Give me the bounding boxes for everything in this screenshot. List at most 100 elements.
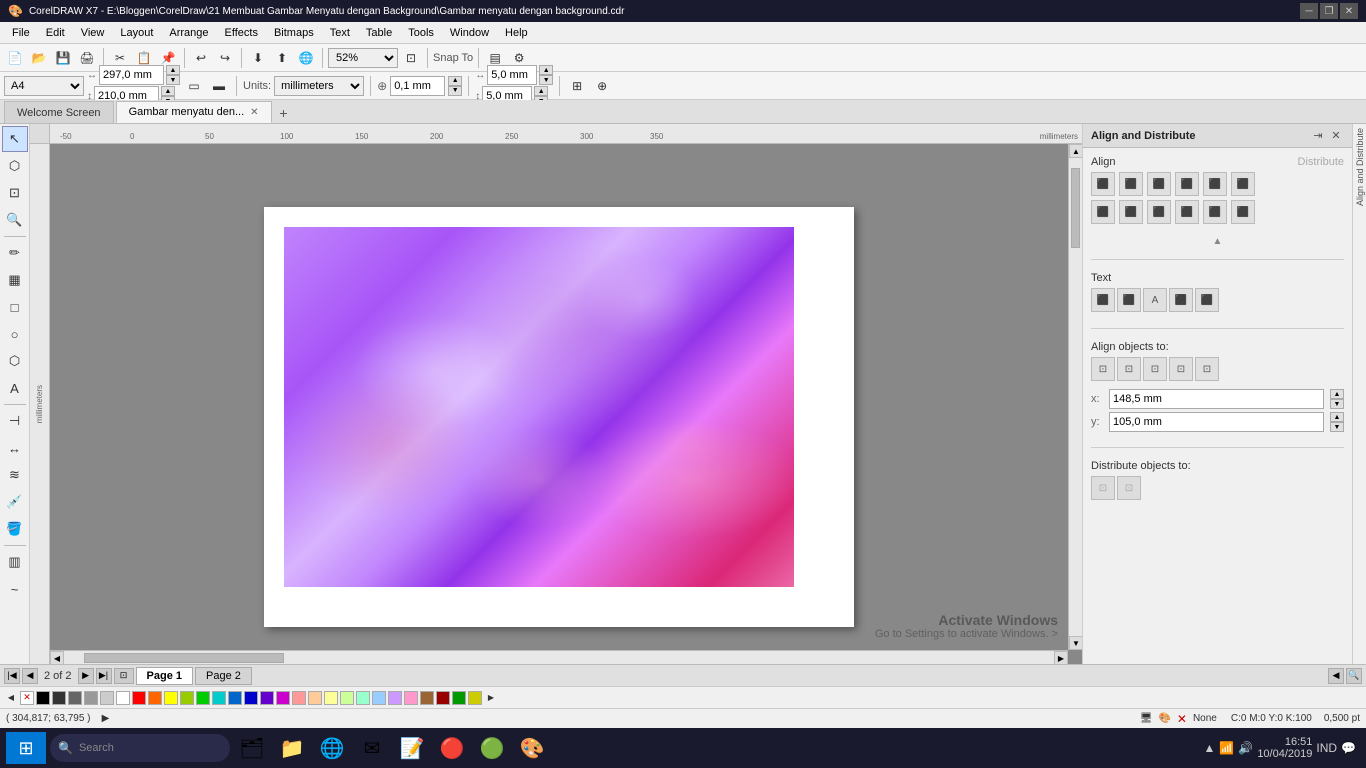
smart-fill-tool[interactable]: ▦: [2, 267, 28, 293]
notification-icon[interactable]: 💬: [1341, 741, 1356, 755]
align-to-margin-button[interactable]: ⊡: [1143, 357, 1167, 381]
color-swatch-mint[interactable]: [356, 691, 370, 705]
menu-bitmaps[interactable]: Bitmaps: [266, 25, 322, 41]
scroll-pages-left-button[interactable]: ◀: [1328, 668, 1344, 684]
text-align-left-button[interactable]: ⬛: [1091, 288, 1115, 312]
start-button[interactable]: ⊞: [6, 732, 46, 764]
horizontal-scrollbar[interactable]: ◀ ▶: [50, 650, 1068, 664]
zoom-button[interactable]: 🔍: [1346, 668, 1362, 684]
close-button[interactable]: ✕: [1340, 3, 1358, 19]
collapse-icon[interactable]: ▲: [1213, 236, 1223, 247]
align-to-grid-button[interactable]: ⊡: [1169, 357, 1193, 381]
color-swatch-darkblue[interactable]: [244, 691, 258, 705]
publish-button[interactable]: 🌐: [295, 47, 317, 69]
tray-up-arrow[interactable]: ▲: [1204, 741, 1216, 755]
y-up-button[interactable]: ▲: [1330, 412, 1344, 422]
palette-scroll-right[interactable]: ▶: [484, 691, 498, 705]
tab-close-icon[interactable]: ✕: [250, 107, 258, 118]
align-distribute-tab[interactable]: Align and Distribute: [1353, 124, 1366, 210]
menu-help[interactable]: Help: [497, 25, 536, 41]
search-bar[interactable]: 🔍 Search: [50, 734, 230, 762]
text-align-center-button[interactable]: ⬛: [1117, 288, 1141, 312]
text-align-last-button[interactable]: ⬛: [1195, 288, 1219, 312]
add-page-button[interactable]: ⊕: [591, 75, 613, 97]
taskbar-app-corel[interactable]: 🎨: [514, 730, 550, 766]
smart-drawing-tool[interactable]: ~: [2, 576, 28, 602]
color-swatch-rose[interactable]: [404, 691, 418, 705]
color-swatch-lightblue[interactable]: [372, 691, 386, 705]
align-top-button[interactable]: ⬛: [1091, 200, 1115, 224]
menu-table[interactable]: Table: [358, 25, 400, 41]
x-coord-input[interactable]: [1109, 389, 1324, 409]
dup-h-down-button[interactable]: ▼: [539, 75, 553, 85]
distribute-to-selection-button[interactable]: ⊡: [1091, 476, 1115, 500]
taskbar-app-word[interactable]: 📝: [394, 730, 430, 766]
pen-mode-button[interactable]: ▶: [97, 711, 115, 727]
menu-file[interactable]: File: [4, 25, 38, 41]
color-swatch-lime[interactable]: [180, 691, 194, 705]
open-button[interactable]: 📂: [28, 47, 50, 69]
align-center-v-button[interactable]: ⬛: [1119, 200, 1143, 224]
no-color-swatch[interactable]: ✕: [20, 691, 34, 705]
nudge-down-button[interactable]: ▼: [448, 86, 462, 96]
menu-layout[interactable]: Layout: [112, 25, 161, 41]
menu-tools[interactable]: Tools: [400, 25, 442, 41]
menu-text[interactable]: Text: [322, 25, 358, 41]
menu-effects[interactable]: Effects: [217, 25, 266, 41]
polygon-tool[interactable]: ⬡: [2, 348, 28, 374]
taskbar-app-green[interactable]: 🟢: [474, 730, 510, 766]
align-to-page-button[interactable]: ⊡: [1117, 357, 1141, 381]
width-up-button[interactable]: ▲: [166, 65, 180, 75]
color-swatch-gray[interactable]: [68, 691, 82, 705]
color-swatch-white[interactable]: [116, 691, 130, 705]
align-to-object-button[interactable]: ⊡: [1195, 357, 1219, 381]
color-swatch-brown[interactable]: [420, 691, 434, 705]
taskbar-app-chrome[interactable]: 🔴: [434, 730, 470, 766]
ellipse-tool[interactable]: ○: [2, 321, 28, 347]
landscape-button[interactable]: ▬: [208, 75, 230, 97]
blend-tool[interactable]: ≋: [2, 462, 28, 488]
align-bottom-button[interactable]: ⬛: [1147, 200, 1171, 224]
edit-guidelines-button[interactable]: ⊞: [566, 75, 588, 97]
color-swatch-green[interactable]: [196, 691, 210, 705]
units-select[interactable]: millimeters inches pixels: [274, 76, 364, 96]
color-swatch-lightgreen[interactable]: [340, 691, 354, 705]
select-tool[interactable]: ↖: [2, 126, 28, 152]
connector-tool[interactable]: ↔: [2, 435, 28, 461]
color-swatch-orange[interactable]: [148, 691, 162, 705]
save-button[interactable]: 💾: [52, 47, 74, 69]
color-swatch-blue[interactable]: [228, 691, 242, 705]
taskbar-app-files[interactable]: 📁: [274, 730, 310, 766]
scrollbar-thumb[interactable]: [1071, 168, 1080, 248]
distribute-right-button[interactable]: ⬛: [1231, 172, 1255, 196]
eyedropper-tool[interactable]: 💉: [2, 489, 28, 515]
menu-view[interactable]: View: [73, 25, 113, 41]
hscroll-thumb[interactable]: [84, 653, 284, 663]
color-swatch-golden[interactable]: [468, 691, 482, 705]
distribute-left-button[interactable]: ⬛: [1175, 172, 1199, 196]
x-up-button[interactable]: ▲: [1330, 389, 1344, 399]
lang-indicator[interactable]: IND: [1316, 741, 1337, 755]
text-tool[interactable]: A: [2, 375, 28, 401]
distribute-center-h-button[interactable]: ⬛: [1203, 172, 1227, 196]
color-swatch-black[interactable]: [36, 691, 50, 705]
dup-h-up-button[interactable]: ▲: [539, 65, 553, 75]
taskbar-app-browser[interactable]: 🌐: [314, 730, 350, 766]
scroll-up-button[interactable]: ▲: [1069, 144, 1082, 158]
shape-tool[interactable]: ⬡: [2, 153, 28, 179]
menu-edit[interactable]: Edit: [38, 25, 73, 41]
system-clock[interactable]: 16:51 10/04/2019: [1257, 736, 1312, 760]
distribute-center-v-button[interactable]: ⬛: [1203, 200, 1227, 224]
color-swatch-darkgray[interactable]: [52, 691, 66, 705]
color-swatch-magenta[interactable]: [276, 691, 290, 705]
scroll-down-button[interactable]: ▼: [1069, 636, 1082, 650]
tab-gambar-menyatu[interactable]: Gambar menyatu den... ✕: [116, 101, 272, 123]
color-swatch-cyan[interactable]: [212, 691, 226, 705]
width-down-button[interactable]: ▼: [166, 75, 180, 85]
scroll-right-button[interactable]: ▶: [1054, 651, 1068, 664]
text-align-right-button[interactable]: A: [1143, 288, 1167, 312]
freehand-tool[interactable]: ✏: [2, 240, 28, 266]
color-swatch-red[interactable]: [132, 691, 146, 705]
color-swatch-purple[interactable]: [260, 691, 274, 705]
color-swatch-yellow[interactable]: [164, 691, 178, 705]
